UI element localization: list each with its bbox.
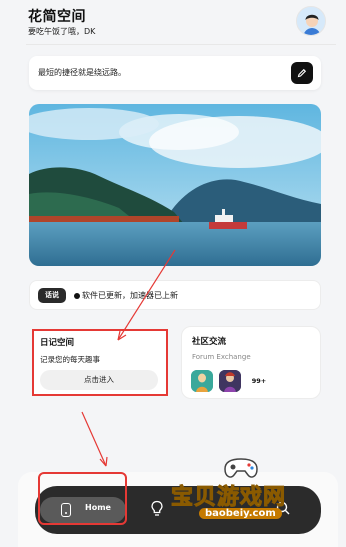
annotation-arrows (81, 249, 176, 467)
annotation-box (38, 472, 127, 525)
